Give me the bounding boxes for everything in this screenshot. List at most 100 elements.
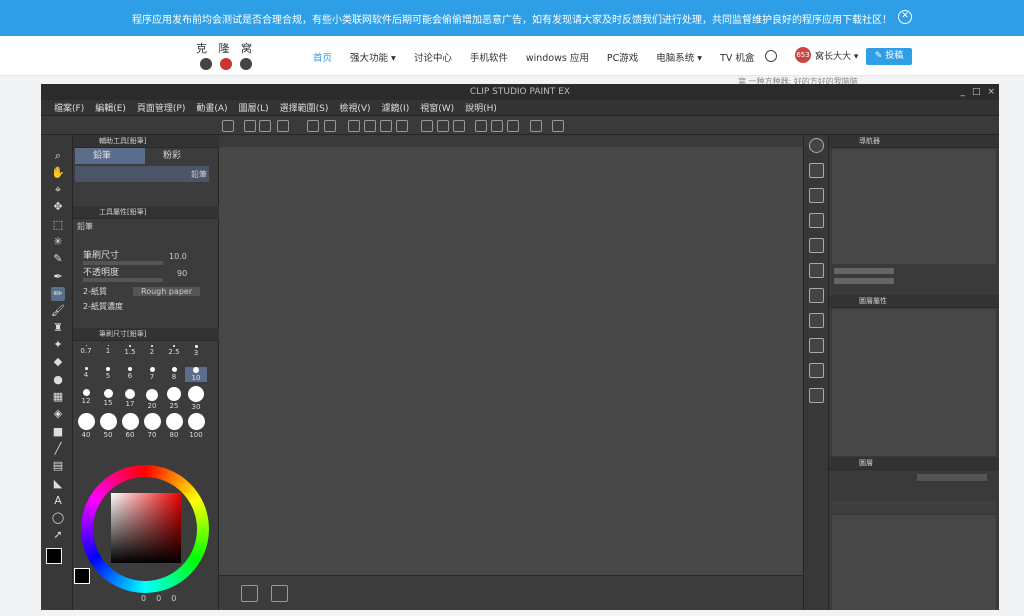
prop-opacity-value[interactable]: 90: [177, 269, 187, 278]
zoom-icon[interactable]: ⌕: [51, 149, 65, 163]
airbrush-icon[interactable]: ♜: [51, 321, 65, 335]
snap-special-ruler-icon[interactable]: [491, 120, 503, 132]
brush-size-preset[interactable]: 1.5: [119, 345, 141, 356]
snap-ruler-icon[interactable]: [475, 120, 487, 132]
open-file-icon[interactable]: [259, 120, 271, 132]
close-window-icon[interactable]: ×: [987, 84, 995, 100]
invert-selection-icon[interactable]: [437, 120, 449, 132]
brush-size-preset[interactable]: 4: [75, 367, 97, 379]
hand-icon[interactable]: ✋: [51, 166, 65, 180]
nav-item-features[interactable]: 强大功能 ▾: [350, 50, 396, 64]
brush-size-preset[interactable]: 20: [141, 389, 163, 410]
nav-item-mobile[interactable]: 手机软件: [470, 50, 508, 64]
post-button[interactable]: ✎ 投稿: [866, 48, 912, 65]
zoom-slider[interactable]: [834, 268, 894, 274]
brush-size-preset[interactable]: 2: [141, 345, 163, 356]
maximize-icon[interactable]: □: [972, 84, 981, 100]
brush-size-preset[interactable]: 6: [119, 367, 141, 380]
brush-size-preset[interactable]: 25: [163, 387, 185, 410]
brush-size-preset[interactable]: 8: [163, 367, 185, 381]
ruler-icon[interactable]: ◣: [51, 477, 65, 491]
clear-icon[interactable]: [348, 120, 360, 132]
clip-studio-icon[interactable]: [222, 120, 234, 132]
pen-icon[interactable]: ✒: [51, 270, 65, 284]
brush-size-preset[interactable]: 70: [141, 413, 163, 439]
show-selection-icon[interactable]: [453, 120, 465, 132]
brush-size-preset[interactable]: 2.5: [163, 345, 185, 356]
nav-item-systems[interactable]: 电脑系统 ▾: [656, 50, 702, 64]
menu-layer[interactable]: 圖層(L): [239, 101, 269, 114]
brush-preview[interactable]: [75, 166, 209, 182]
brush-size-preset[interactable]: 0.7: [75, 345, 97, 355]
brush-size-preset[interactable]: 80: [163, 413, 185, 439]
search-icon[interactable]: [765, 50, 777, 62]
menu-file[interactable]: 檔案(F): [54, 101, 84, 114]
search-layer-icon[interactable]: [809, 138, 824, 153]
material-icon[interactable]: [809, 263, 824, 278]
settings-icon[interactable]: [530, 120, 542, 132]
decoration-icon[interactable]: ✦: [51, 338, 65, 352]
brush-icon[interactable]: 🖌: [51, 304, 65, 318]
opacity-slider[interactable]: [83, 278, 163, 282]
gradient-icon[interactable]: ■: [51, 425, 65, 439]
material-icon[interactable]: [809, 163, 824, 178]
new-file-icon[interactable]: [244, 120, 256, 132]
brush-size-preset[interactable]: 3: [185, 345, 207, 357]
nav-item-discussion[interactable]: 讨论中心: [414, 50, 452, 64]
navigator-fit-icon[interactable]: [241, 585, 258, 602]
color-panel-main-swatch[interactable]: [74, 568, 90, 584]
brush-size-preset[interactable]: 40: [75, 413, 97, 439]
menu-help[interactable]: 說明(H): [465, 101, 497, 114]
user-menu[interactable]: 653 窝长大大 ▾: [795, 47, 858, 63]
minimize-icon[interactable]: _: [960, 84, 965, 100]
menu-selection[interactable]: 選擇範圍(S): [280, 101, 329, 114]
transform-icon[interactable]: [396, 120, 408, 132]
prop-paper-value[interactable]: Rough paper: [133, 287, 201, 296]
redo-icon[interactable]: [324, 120, 336, 132]
prop-brush-size-value[interactable]: 10.0: [169, 252, 187, 261]
operation-icon[interactable]: ⌖: [51, 183, 65, 197]
grid-icon[interactable]: ▦: [51, 390, 65, 404]
material-icon[interactable]: [809, 238, 824, 253]
sub-tool-pastel[interactable]: 粉彩: [145, 148, 215, 164]
nav-item-pc-games[interactable]: PC游戏: [607, 50, 638, 64]
brush-size-preset[interactable]: 100: [185, 413, 207, 439]
navigator-rotate-icon[interactable]: [271, 585, 288, 602]
balloon-icon[interactable]: ◯: [51, 511, 65, 525]
nav-item-windows[interactable]: windows 应用: [526, 50, 589, 64]
material-icon[interactable]: [809, 388, 824, 403]
selection-icon[interactable]: ⬚: [51, 218, 65, 232]
fill-icon[interactable]: [380, 120, 392, 132]
material-icon[interactable]: [809, 313, 824, 328]
main-color-swatch[interactable]: [46, 548, 62, 564]
frame-icon[interactable]: ▤: [51, 459, 65, 473]
material-icon[interactable]: [809, 338, 824, 353]
canvas-area[interactable]: [219, 147, 803, 610]
move-icon[interactable]: ✥: [51, 200, 65, 214]
brush-size-preset[interactable]: 15: [97, 389, 119, 407]
brush-size-preset[interactable]: 7: [141, 367, 163, 381]
close-icon[interactable]: ✕: [898, 10, 912, 24]
material-icon[interactable]: [809, 288, 824, 303]
brush-size-preset[interactable]: 50: [97, 413, 119, 439]
sub-tool-pencil[interactable]: 鉛筆: [75, 148, 145, 164]
help-icon[interactable]: [552, 120, 564, 132]
menu-window[interactable]: 視窗(W): [420, 101, 454, 114]
brush-size-preset[interactable]: 5: [97, 367, 119, 380]
menu-edit[interactable]: 編輯(E): [95, 101, 126, 114]
menu-animation[interactable]: 動畫(A): [196, 101, 227, 114]
layer-list[interactable]: [832, 515, 996, 610]
brush-size-preset-selected[interactable]: 10: [185, 367, 207, 382]
clear-outside-icon[interactable]: [364, 120, 376, 132]
text-icon[interactable]: A: [51, 494, 65, 508]
eyedropper-icon[interactable]: ✎: [51, 252, 65, 266]
brush-size-preset[interactable]: 1: [97, 345, 119, 355]
brush-size-preset[interactable]: 60: [119, 413, 141, 439]
material-icon[interactable]: [809, 188, 824, 203]
site-logo[interactable]: 克 隆 窝: [196, 40, 256, 72]
fill-bucket-icon[interactable]: ◈: [51, 407, 65, 421]
rotate-slider[interactable]: [834, 278, 894, 284]
brush-size-preset[interactable]: 17: [119, 389, 141, 408]
saturation-value-square[interactable]: [111, 493, 181, 563]
eraser-icon[interactable]: ◆: [51, 355, 65, 369]
